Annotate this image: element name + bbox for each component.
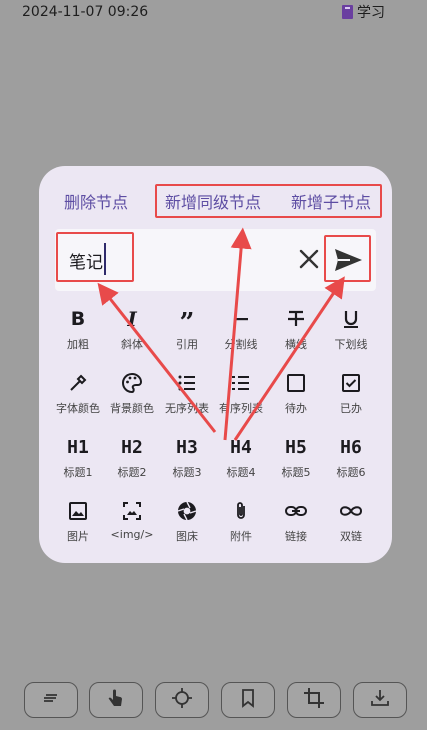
strikethrough-icon xyxy=(285,304,307,334)
background-color-button[interactable]: 背景颜色 xyxy=(104,368,160,426)
input-row xyxy=(55,229,376,291)
bullet-list-button[interactable]: 无序列表 xyxy=(159,368,215,426)
bookmark-icon xyxy=(239,688,257,712)
download-icon xyxy=(369,687,391,713)
heading2-glyph: H2 xyxy=(121,436,143,458)
palette-icon xyxy=(121,368,143,398)
book-icon xyxy=(342,5,353,19)
heading6-glyph: H6 xyxy=(340,436,362,458)
italic-button[interactable]: I 斜体 xyxy=(104,304,160,362)
underline-button[interactable]: 下划线 xyxy=(323,304,379,362)
underline-icon xyxy=(340,304,362,334)
bottom-toolbar xyxy=(0,682,427,718)
locate-icon xyxy=(171,687,193,713)
done-button[interactable]: 已办 xyxy=(323,368,379,426)
add-child-node-button[interactable]: 新增子节点 xyxy=(291,188,371,218)
paperclip-icon xyxy=(230,496,252,526)
image-host-button[interactable]: 图床 xyxy=(159,496,215,554)
notes-button[interactable] xyxy=(24,682,78,718)
eyedropper-icon xyxy=(67,368,89,398)
link-icon xyxy=(284,496,308,526)
status-bar: 2024-11-07 09:26 学习 xyxy=(0,0,427,24)
bullet-list-icon xyxy=(176,368,198,398)
bold-icon: B xyxy=(70,308,86,330)
quote-button[interactable]: ” 引用 xyxy=(159,304,215,362)
node-edit-dialog: 删除节点 新增同级节点 新增子节点 B 加粗 I 斜体 ” 引用 分割线 xyxy=(39,166,392,563)
ordered-list-icon xyxy=(230,368,252,398)
heading2-button[interactable]: H2 标题2 xyxy=(104,432,160,490)
italic-icon: I xyxy=(127,307,137,331)
divider-button[interactable]: 分割线 xyxy=(213,304,269,362)
image-icon xyxy=(67,496,89,526)
quote-icon: ” xyxy=(179,308,195,338)
attachment-button[interactable]: 附件 xyxy=(213,496,269,554)
checkbox-checked-icon xyxy=(340,368,362,398)
img-tag-button[interactable]: <img/> xyxy=(104,496,160,554)
crop-icon xyxy=(303,687,325,713)
status-app: 学习 xyxy=(342,2,385,22)
bold-button[interactable]: B 加粗 xyxy=(50,304,106,362)
touch-button[interactable] xyxy=(89,682,143,718)
heading1-button[interactable]: H1 标题1 xyxy=(50,432,106,490)
note-input[interactable] xyxy=(69,245,269,275)
divider-icon xyxy=(231,304,251,334)
locate-button[interactable] xyxy=(155,682,209,718)
heading1-glyph: H1 xyxy=(67,436,89,458)
heading3-button[interactable]: H3 标题3 xyxy=(159,432,215,490)
link-button[interactable]: 链接 xyxy=(268,496,324,554)
bookmark-button[interactable] xyxy=(221,682,275,718)
heading4-button[interactable]: H4 标题4 xyxy=(213,432,269,490)
checkbox-empty-icon xyxy=(285,368,307,398)
heading5-glyph: H5 xyxy=(285,436,307,458)
heading3-glyph: H3 xyxy=(176,436,198,458)
image-tag-icon xyxy=(121,496,143,526)
heading4-glyph: H4 xyxy=(230,436,252,458)
delete-node-button[interactable]: 删除节点 xyxy=(64,188,128,218)
bidirectional-link-button[interactable]: 双链 xyxy=(323,496,379,554)
image-button[interactable]: 图片 xyxy=(50,496,106,554)
crop-button[interactable] xyxy=(287,682,341,718)
strikethrough-button[interactable]: 横线 xyxy=(268,304,324,362)
status-datetime: 2024-11-07 09:26 xyxy=(22,4,149,20)
download-button[interactable] xyxy=(353,682,407,718)
notes-icon xyxy=(41,690,61,710)
add-sibling-node-button[interactable]: 新增同级节点 xyxy=(165,188,261,218)
heading6-button[interactable]: H6 标题6 xyxy=(323,432,379,490)
camera-aperture-icon xyxy=(176,496,198,526)
send-icon[interactable] xyxy=(328,240,368,280)
infinity-icon xyxy=(338,496,364,526)
status-app-label: 学习 xyxy=(357,5,385,21)
node-actions: 删除节点 新增同级节点 新增子节点 xyxy=(39,188,392,218)
ordered-list-button[interactable]: 有序列表 xyxy=(213,368,269,426)
touch-icon xyxy=(106,687,126,713)
heading5-button[interactable]: H5 标题5 xyxy=(268,432,324,490)
font-color-button[interactable]: 字体颜色 xyxy=(50,368,106,426)
text-caret xyxy=(104,243,106,275)
clear-icon[interactable] xyxy=(293,243,325,275)
todo-button[interactable]: 待办 xyxy=(268,368,324,426)
